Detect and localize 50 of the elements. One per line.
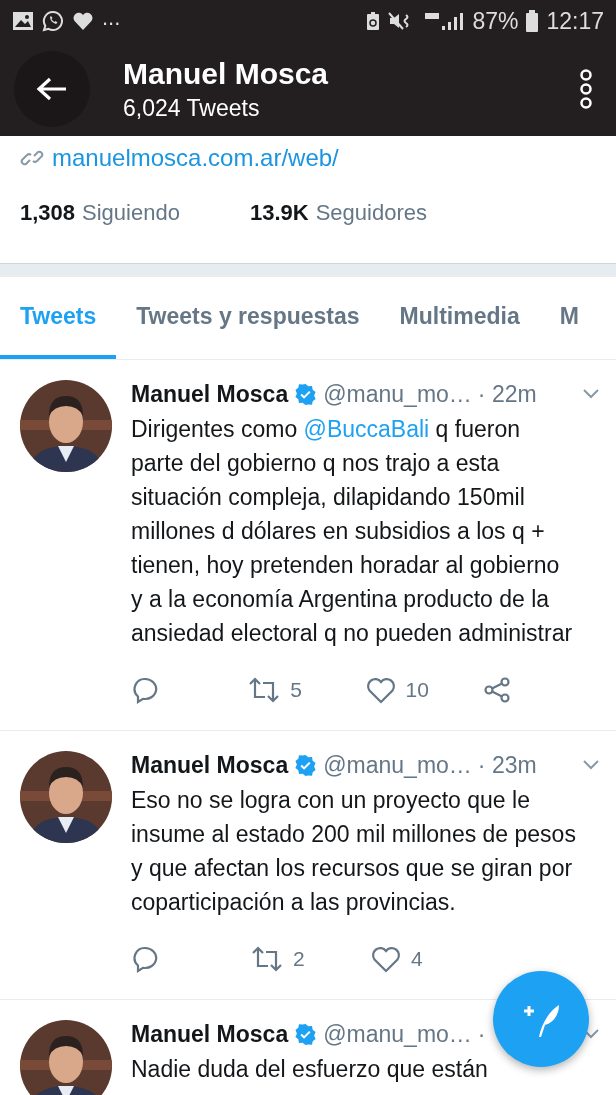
author-handle: @manu_mo… (323, 380, 472, 408)
tweet-text: Dirigentes como @BuccaBali q fueron parte del gobierno q nos trajo a esta situación compleja, dilapidando 150mil millones d dólares en subsidios a los q + tienen, hoy pretenden horadar al gobierno y a la economía Argentina producto de la ansiedad electoral q no pueden administrar (131, 415, 574, 648)
chevron-down-icon[interactable] (582, 388, 600, 400)
more-notifications: ... (102, 5, 121, 31)
tweet-text: Eso no se logra con un proyecto que le insume al estado 200 mil millones de pesos y que afectan los recursos que se giran por coparticipación a las provincias. (131, 786, 576, 917)
profile-tab[interactable]: Multimedia (379, 277, 540, 359)
retweet-icon[interactable] (248, 677, 281, 703)
chat-bubble-icon (42, 10, 64, 32)
stat-count[interactable]: 1,308 (20, 200, 76, 226)
avatar[interactable] (20, 1020, 112, 1095)
chevron-down-icon[interactable] (582, 759, 600, 771)
reply-icon[interactable] (131, 676, 159, 704)
stat-label[interactable]: Siguiendo (82, 200, 180, 226)
image-icon (12, 11, 34, 31)
action-count: 2 (293, 947, 305, 971)
retweet-icon[interactable] (251, 946, 283, 972)
stat-label[interactable]: Seguidores (315, 200, 427, 226)
author-name[interactable]: Manuel Mosca (131, 1020, 289, 1048)
back-arrow-icon[interactable] (36, 76, 68, 102)
signal-icon (422, 11, 465, 31)
heart-icon[interactable] (371, 945, 401, 973)
clock: 12:17 (546, 7, 604, 35)
tweet-time: · (477, 1020, 486, 1048)
profile-tab[interactable]: Tweets (0, 277, 117, 359)
battery-icon (526, 10, 539, 32)
heart-icon (72, 11, 94, 31)
tweet-time: · 22m (477, 380, 537, 408)
battery-level: 87% (472, 7, 519, 35)
tweet-text: Nadie duda del esfuerzo que están (131, 1055, 489, 1084)
share-icon[interactable] (482, 676, 511, 704)
mention-link[interactable]: @BuccaBali (303, 416, 430, 442)
battery-saver-icon (366, 11, 381, 31)
stat-count[interactable]: 13.9K (249, 200, 309, 226)
reply-icon[interactable] (131, 945, 159, 973)
website-link[interactable]: manuelmosca.com.ar/web/ (52, 144, 339, 172)
tweet-count: 6,024 Tweets (123, 94, 261, 123)
action-count: 5 (290, 678, 302, 702)
overflow-menu-icon[interactable] (578, 69, 594, 109)
profile-name-title: Manuel Mosca (123, 56, 330, 92)
author-name[interactable]: Manuel Mosca (131, 751, 289, 779)
heart-icon[interactable] (365, 676, 396, 704)
action-count: 10 (405, 678, 429, 702)
tweet-time: · 23m (477, 751, 537, 779)
compose-tweet-button[interactable] (493, 971, 589, 1067)
profile-tab[interactable]: M (539, 277, 599, 359)
profile-tab[interactable]: Tweets y respuestas (116, 277, 380, 359)
author-name[interactable]: Manuel Mosca (131, 380, 289, 408)
action-count: 4 (411, 947, 423, 971)
author-handle: @manu_mo… (323, 1020, 472, 1048)
author-handle: @manu_mo… (323, 751, 472, 779)
